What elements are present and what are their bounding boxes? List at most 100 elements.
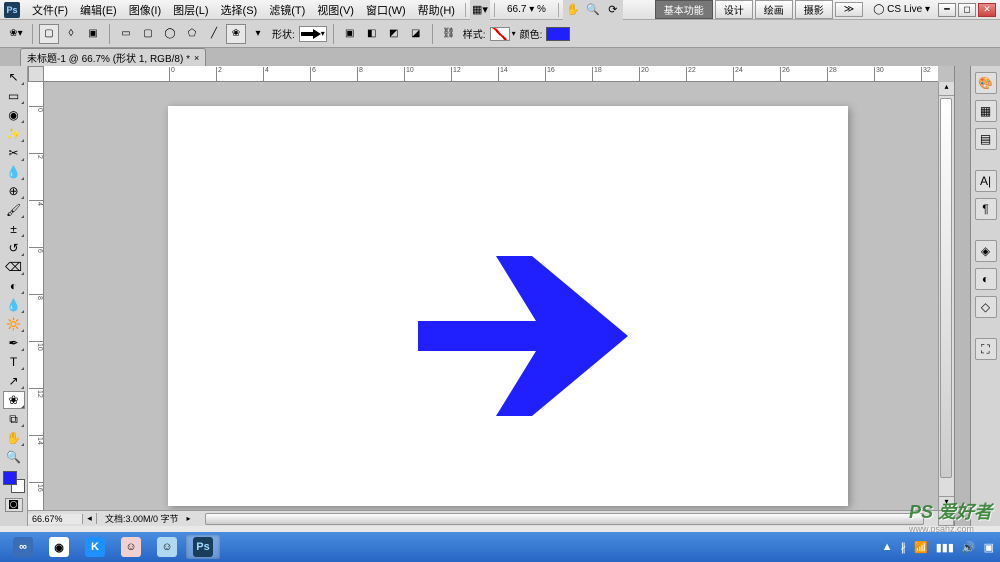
maximize-button[interactable]: ◻	[958, 3, 976, 17]
minimize-button[interactable]: ━	[938, 3, 956, 17]
shape-options-icon[interactable]: ▾	[248, 24, 268, 44]
line-shape-icon[interactable]: ╱	[204, 24, 224, 44]
character-panel-icon[interactable]: A|	[975, 170, 997, 192]
zoom-field[interactable]: 66.67%	[28, 514, 83, 524]
menu-filter[interactable]: 滤镜(T)	[263, 0, 311, 20]
quick-mask-button[interactable]: ◙	[5, 498, 23, 512]
blur-tool[interactable]: 💧	[3, 296, 25, 314]
styles-panel-icon[interactable]: ▤	[975, 128, 997, 150]
gradient-tool[interactable]: ◐	[3, 277, 25, 295]
vertical-scrollbar[interactable]: ▴ ▾	[938, 82, 954, 510]
arrow-shape[interactable]	[418, 256, 638, 416]
stamp-tool[interactable]: ±	[3, 220, 25, 238]
color-panel-icon[interactable]: 🎨	[975, 72, 997, 94]
ruler-origin[interactable]	[28, 66, 44, 82]
channels-panel-icon[interactable]: ◐	[975, 268, 997, 290]
shape-layer-mode-icon[interactable]: ▢	[39, 24, 59, 44]
workspace-basic[interactable]: 基本功能	[655, 0, 713, 19]
arrange-docs-icon[interactable]: ▦▾	[470, 0, 490, 20]
lasso-tool[interactable]: ◉	[3, 106, 25, 124]
ellipse-shape-icon[interactable]: ◯	[160, 24, 180, 44]
menu-view[interactable]: 视图(V)	[311, 0, 360, 20]
cslive-icon[interactable]: ◯ CS Live ▾	[873, 4, 930, 15]
menu-image[interactable]: 图像(I)	[123, 0, 167, 20]
menu-help[interactable]: 帮助(H)	[412, 0, 461, 20]
menu-file[interactable]: 文件(F)	[26, 0, 74, 20]
style-picker[interactable]	[490, 27, 510, 41]
hand-tool[interactable]: ✋	[3, 429, 25, 447]
document-tab[interactable]: 未标题-1 @ 66.7% (形状 1, RGB/8) * ×	[20, 48, 206, 66]
eraser-tool[interactable]: ⌫	[3, 258, 25, 276]
document-info[interactable]: 文档:3.00M/0 字节	[97, 512, 187, 525]
link-icon[interactable]: ⛓	[439, 24, 459, 44]
vertical-ruler[interactable]: 02468101214161820	[28, 82, 44, 510]
volume-icon[interactable]: 🔊	[962, 541, 976, 554]
roundrect-shape-icon[interactable]: ▢	[138, 24, 158, 44]
dodge-tool[interactable]: 🔆	[3, 315, 25, 333]
main-area: ↖ ▭ ◉ ✨ ✂ 💧 ⊕ 🖌 ± ↺ ⌫ ◐ 💧 🔆 ✒ T ↗ ❀ ⧉ ✋ …	[0, 66, 1000, 526]
panel-dock-strip[interactable]	[954, 66, 970, 526]
menu-layer[interactable]: 图层(L)	[167, 0, 214, 20]
menu-edit[interactable]: 编辑(E)	[74, 0, 123, 20]
path-select-tool[interactable]: ↗	[3, 372, 25, 390]
history-brush-tool[interactable]: ↺	[3, 239, 25, 257]
rotate-view-icon[interactable]: ⟳	[603, 0, 623, 20]
battery-icon[interactable]: ▮▮▮	[936, 541, 954, 554]
close-button[interactable]: ✕	[978, 3, 996, 17]
path-intersect-icon[interactable]: ◩	[384, 24, 404, 44]
tray-up-icon[interactable]: ▲	[882, 541, 893, 553]
horizontal-ruler[interactable]: 02468101214161820222426283032343638	[44, 66, 938, 82]
type-tool[interactable]: T	[3, 353, 25, 371]
fill-pixel-mode-icon[interactable]: ▣	[83, 24, 103, 44]
workspace-paint[interactable]: 绘画	[755, 0, 793, 19]
brush-tool[interactable]: 🖌	[3, 201, 25, 219]
taskbar-kugou[interactable]: K	[78, 535, 112, 559]
foreground-color[interactable]	[3, 471, 17, 485]
system-tray[interactable]: ▲ ∦ 📶 ▮▮▮ 🔊 ▣	[882, 541, 994, 554]
custom-shape-icon[interactable]: ❀	[226, 24, 246, 44]
workspace-photo[interactable]: 摄影	[795, 0, 833, 19]
history-panel-icon[interactable]: ⛶	[975, 338, 997, 360]
workspace-design[interactable]: 设计	[715, 0, 753, 19]
path-exclude-icon[interactable]: ◪	[406, 24, 426, 44]
zoom-display[interactable]: 66.7 ▾ %	[499, 4, 554, 15]
hand-icon[interactable]: ✋	[563, 0, 583, 20]
path-add-icon[interactable]: ▣	[340, 24, 360, 44]
taskbar-start[interactable]: ∞	[6, 535, 40, 559]
taskbar-chrome[interactable]: ◉	[42, 535, 76, 559]
menu-select[interactable]: 选择(S)	[215, 0, 264, 20]
swatches-panel-icon[interactable]: ▦	[975, 100, 997, 122]
rect-shape-icon[interactable]: ▭	[116, 24, 136, 44]
marquee-tool[interactable]: ▭	[3, 87, 25, 105]
wifi-icon[interactable]: 📶	[914, 541, 928, 554]
shape-preview[interactable]: ▾	[299, 26, 327, 42]
path-mode-icon[interactable]: ◊	[61, 24, 81, 44]
color-selector[interactable]	[3, 471, 25, 493]
taskbar-app2[interactable]: ☺	[150, 535, 184, 559]
shape-tool[interactable]: ❀	[3, 391, 25, 409]
3d-tool[interactable]: ⧉	[3, 410, 25, 428]
paths-panel-icon[interactable]: ◇	[975, 296, 997, 318]
workspace-more[interactable]: ≫	[835, 2, 863, 17]
close-icon[interactable]: ×	[194, 53, 199, 63]
menu-window[interactable]: 窗口(W)	[360, 0, 412, 20]
path-subtract-icon[interactable]: ◧	[362, 24, 382, 44]
zoom-icon[interactable]: 🔍	[583, 0, 603, 20]
ime-icon[interactable]: ▣	[984, 541, 994, 554]
tool-preset-icon[interactable]: ❀▾	[6, 24, 26, 44]
crop-tool[interactable]: ✂	[3, 144, 25, 162]
polygon-shape-icon[interactable]: ⬠	[182, 24, 202, 44]
zoom-tool[interactable]: 🔍	[3, 448, 25, 466]
bluetooth-icon[interactable]: ∦	[901, 541, 907, 554]
move-tool[interactable]: ↖	[3, 68, 25, 86]
taskbar-app1[interactable]: ☺	[114, 535, 148, 559]
taskbar-photoshop[interactable]: Ps	[186, 535, 220, 559]
eyedropper-tool[interactable]: 💧	[3, 163, 25, 181]
paragraph-panel-icon[interactable]: ¶	[975, 198, 997, 220]
fill-color-swatch[interactable]	[546, 27, 570, 41]
pen-tool[interactable]: ✒	[3, 334, 25, 352]
document-canvas[interactable]	[168, 106, 848, 506]
layers-panel-icon[interactable]: ◈	[975, 240, 997, 262]
wand-tool[interactable]: ✨	[3, 125, 25, 143]
heal-tool[interactable]: ⊕	[3, 182, 25, 200]
